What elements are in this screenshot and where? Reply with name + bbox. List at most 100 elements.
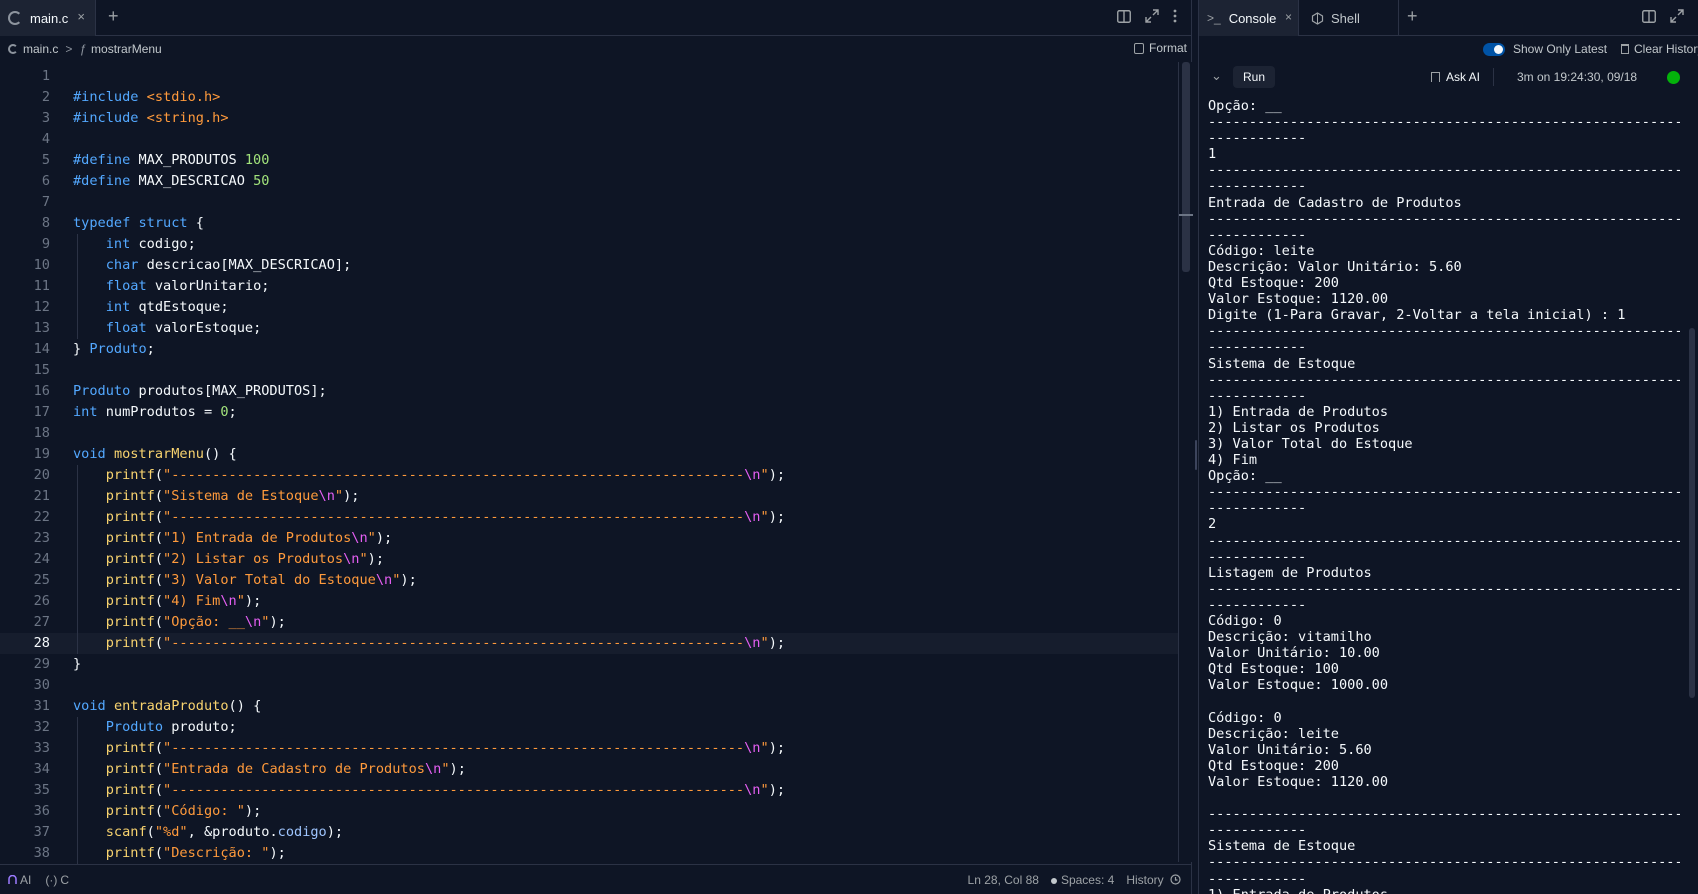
code-line[interactable]: 38 printf("Descrição: ");	[0, 843, 1178, 864]
code-line[interactable]: 22 printf("-----------------------------…	[0, 507, 1178, 528]
code-line[interactable]: 26 printf("4) Fim\n");	[0, 591, 1178, 612]
code-braces-icon: (·)	[45, 873, 58, 887]
code-line[interactable]: 3 #include <string.h>	[0, 108, 1178, 129]
scrollbar-thumb[interactable]	[1689, 328, 1695, 698]
run-status-indicator	[1667, 71, 1680, 84]
code-text: int codigo;	[105, 236, 196, 252]
code-line[interactable]: 8 typedef struct {	[0, 213, 1178, 234]
line-number: 1	[41, 68, 50, 84]
code-line[interactable]: 36 printf("Código: ");	[0, 801, 1178, 822]
new-tab-button[interactable]: +	[108, 6, 119, 27]
code-line[interactable]: 32 Produto produto;	[0, 717, 1178, 738]
code-line[interactable]: 18	[0, 423, 1178, 444]
breadcrumb-file[interactable]: main.c	[23, 42, 58, 56]
code-line[interactable]: 28 printf("-----------------------------…	[0, 633, 1178, 654]
line-number: 31	[33, 698, 50, 714]
editor-pane: main.c × + main.c > ƒ mostrarMenu Format…	[0, 0, 1193, 894]
pane-resize-handle[interactable]	[1195, 440, 1197, 470]
maximize-icon[interactable]	[1670, 9, 1684, 28]
code-line[interactable]: 13 float valorEstoque;	[0, 318, 1178, 339]
line-number: 37	[33, 824, 50, 840]
code-line[interactable]: 5 #define MAX_PRODUTOS 100	[0, 150, 1178, 171]
code-line[interactable]: 25 printf("3) Valor Total do Estoque\n")…	[0, 570, 1178, 591]
code-text: }	[73, 656, 82, 672]
line-number: 28	[33, 635, 50, 651]
shell-icon	[1311, 11, 1324, 25]
code-line[interactable]: 30	[0, 675, 1178, 696]
split-pane-icon[interactable]	[1642, 9, 1656, 28]
line-number: 33	[33, 740, 50, 756]
history-button[interactable]: History	[1126, 873, 1181, 887]
editor-scrollbar[interactable]	[1178, 62, 1193, 862]
code-text: #include <stdio.h>	[73, 89, 221, 105]
code-line[interactable]: 19 void mostrarMenu() {	[0, 444, 1178, 465]
code-line[interactable]: 7	[0, 192, 1178, 213]
indentation-setting[interactable]: Spaces: 4	[1050, 873, 1114, 887]
code-line[interactable]: 1	[0, 66, 1178, 87]
code-line[interactable]: 11 float valorUnitario;	[0, 276, 1178, 297]
clear-history-button[interactable]: Clear History	[1621, 42, 1698, 56]
line-number: 8	[41, 215, 50, 231]
close-tab-icon[interactable]: ×	[1285, 10, 1292, 24]
format-label: Format	[1148, 41, 1187, 55]
line-number: 32	[33, 719, 50, 735]
show-only-latest-toggle[interactable]	[1483, 43, 1505, 56]
code-line[interactable]: 9 int codigo;	[0, 234, 1178, 255]
code-line[interactable]: 21 printf("Sistema de Estoque\n");	[0, 486, 1178, 507]
format-button[interactable]: Format	[1133, 41, 1187, 55]
line-number: 35	[33, 782, 50, 798]
code-line[interactable]: 35 printf("-----------------------------…	[0, 780, 1178, 801]
code-line[interactable]: 20 printf("-----------------------------…	[0, 465, 1178, 486]
run-timestamp: 3m on 19:24:30, 09/18	[1517, 70, 1638, 84]
language-label: C	[60, 873, 70, 887]
cursor-position[interactable]: Ln 28, Col 88	[968, 873, 1039, 887]
maximize-icon[interactable]	[1145, 9, 1159, 23]
code-line[interactable]: 4	[0, 129, 1178, 150]
line-number: 4	[41, 131, 50, 147]
code-line[interactable]: 17 int numProdutos = 0;	[0, 402, 1178, 423]
show-only-latest-label[interactable]: Show Only Latest	[1513, 42, 1607, 56]
tab-console[interactable]: >_ Console ×	[1199, 0, 1299, 36]
line-number: 29	[33, 656, 50, 672]
scrollbar-thumb[interactable]	[1182, 62, 1190, 272]
dot-icon	[1050, 877, 1057, 884]
line-number: 7	[41, 194, 50, 210]
console-scrollbar[interactable]	[1685, 92, 1698, 894]
code-line[interactable]: 24 printf("2) Listar os Produtos\n");	[0, 549, 1178, 570]
code-text: void entradaProduto() {	[73, 698, 262, 714]
breadcrumb-function[interactable]: mostrarMenu	[91, 42, 162, 56]
code-line[interactable]: 6 #define MAX_DESCRICAO 50	[0, 171, 1178, 192]
code-line[interactable]: 34 printf("Entrada de Cadastro de Produt…	[0, 759, 1178, 780]
close-tab-icon[interactable]: ×	[77, 9, 85, 24]
code-line[interactable]: 14} Produto;	[0, 339, 1178, 360]
tab-main-c[interactable]: main.c ×	[0, 0, 96, 36]
code-text: printf("--------------------------------…	[105, 740, 786, 756]
code-line[interactable]: 23 printf("1) Entrada de Produtos\n");	[0, 528, 1178, 549]
code-text: Produto produtos[MAX_PRODUTOS];	[73, 383, 327, 399]
code-line[interactable]: 29}	[0, 654, 1178, 675]
code-editor[interactable]: 1 2 #include <stdio.h> 3 #include <string.h>…	[0, 66, 1178, 864]
code-line[interactable]: 33 printf("-----------------------------…	[0, 738, 1178, 759]
code-line[interactable]: 15	[0, 360, 1178, 381]
language-indicator[interactable]: (·) C	[45, 873, 69, 887]
code-line[interactable]: 10 char descricao[MAX_DESCRICAO];	[0, 255, 1178, 276]
code-line[interactable]: 12 int qtdEstoque;	[0, 297, 1178, 318]
ask-ai-button[interactable]: Ask AI	[1431, 70, 1480, 84]
code-line[interactable]: 2 #include <stdio.h>	[0, 87, 1178, 108]
function-icon: ƒ	[79, 42, 87, 56]
new-tab-button[interactable]: +	[1407, 6, 1418, 27]
tab-shell[interactable]: Shell	[1303, 0, 1399, 36]
ai-status[interactable]: AI	[8, 873, 31, 887]
chevron-down-icon[interactable]: ⌄	[1211, 68, 1222, 84]
run-button[interactable]: Run	[1233, 66, 1276, 88]
code-line[interactable]: 27 printf("Opção: __\n");	[0, 612, 1178, 633]
code-line[interactable]: 31 void entradaProduto() {	[0, 696, 1178, 717]
more-options-icon[interactable]	[1173, 9, 1177, 23]
console-output[interactable]: Opção: __ ------------------------------…	[1208, 98, 1680, 894]
line-number: 24	[33, 551, 50, 567]
code-text: printf("--------------------------------…	[105, 509, 786, 525]
code-line[interactable]: 37 scanf("%d", &produto.codigo);	[0, 822, 1178, 843]
status-bar: AI (·) C Ln 28, Col 88 Spaces: 4 History	[0, 864, 1191, 894]
split-pane-icon[interactable]	[1117, 9, 1131, 23]
code-line[interactable]: 16 Produto produtos[MAX_PRODUTOS];	[0, 381, 1178, 402]
